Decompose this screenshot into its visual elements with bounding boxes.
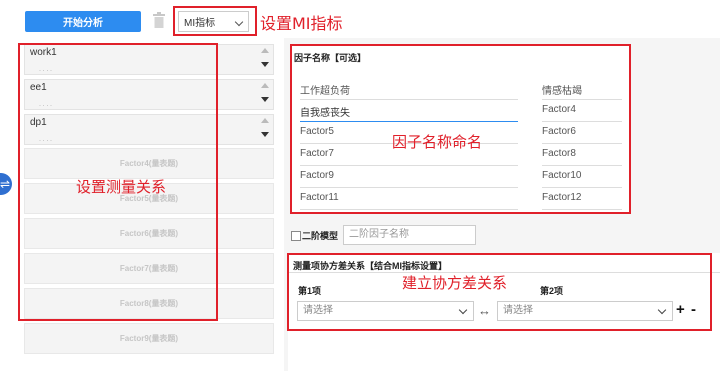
factor-slot[interactable]: Factor9(量表题) — [24, 323, 274, 354]
second-order-checkbox[interactable]: 二阶模型 — [291, 229, 338, 242]
arrow-up-icon[interactable] — [261, 83, 269, 88]
arrow-down-icon[interactable] — [261, 132, 269, 137]
second-order-name-input[interactable]: 二阶因子名称 — [343, 225, 476, 245]
annotation-naming: 因子名称命名 — [392, 133, 483, 151]
mi-highlight-box — [173, 6, 257, 36]
arrow-up-icon[interactable] — [261, 118, 269, 123]
annotation-measure: 设置测量关系 — [76, 178, 167, 196]
checkbox-box[interactable] — [291, 230, 301, 241]
annotation-mi: 设置MI指标 — [260, 14, 343, 33]
relation-item-stepper[interactable] — [260, 79, 272, 109]
factor-name-highlight-box — [290, 44, 631, 214]
arrow-up-icon[interactable] — [261, 48, 269, 53]
relation-item-stepper[interactable] — [260, 44, 272, 74]
swap-panel-icon[interactable]: ⇌ — [0, 173, 12, 195]
annotation-covariance: 建立协方差关系 — [402, 274, 508, 292]
trash-icon[interactable] — [153, 12, 165, 28]
arrow-down-icon[interactable] — [261, 97, 269, 102]
start-analysis-button[interactable]: 开始分析 — [25, 11, 141, 32]
relation-item-stepper[interactable] — [260, 114, 272, 144]
arrow-down-icon[interactable] — [261, 62, 269, 67]
second-order-label: 二阶模型 — [302, 231, 339, 241]
